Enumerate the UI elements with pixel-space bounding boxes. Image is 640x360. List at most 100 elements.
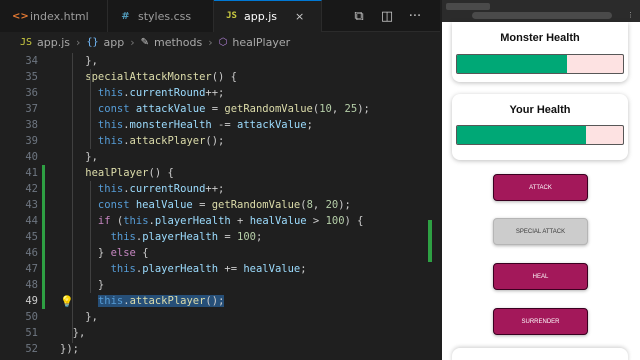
line-number: 51 [25, 327, 38, 339]
method-cube-icon: ⬡ [218, 36, 228, 48]
code-text: }); [60, 343, 79, 355]
line-number: 41 [25, 167, 38, 179]
line-number: 49 [25, 295, 38, 307]
player-health-title: Your Health [509, 104, 571, 116]
code-text: specialAttackMonster() { [60, 71, 238, 83]
code-line[interactable]: 36 this.currentRound++; [0, 85, 440, 101]
browser-chrome: ⋮ [442, 0, 640, 22]
code-area[interactable]: 34 }, 35 specialAttackMonster() {36 this.… [0, 53, 440, 360]
breadcrumb-item[interactable]: app.js [37, 36, 70, 49]
git-change-marker [42, 277, 45, 293]
code-text: this.currentRound++; [60, 87, 225, 99]
battle-log-card [452, 348, 628, 360]
code-text: healPlayer() { [60, 167, 174, 179]
line-number: 34 [25, 55, 38, 67]
line-number: 43 [25, 199, 38, 211]
special-attack-button[interactable]: SPECIAL ATTACK [493, 218, 588, 245]
code-editor[interactable]: <> index.html # styles.css JS app.js × ⧉… [0, 0, 440, 360]
line-number: 44 [25, 215, 38, 227]
line-number: 39 [25, 135, 38, 147]
line-number: 52 [25, 343, 38, 355]
code-text: this.attackPlayer(); [97, 295, 225, 307]
breadcrumb-item[interactable]: healPlayer [232, 36, 290, 49]
player-health-card: Your Health [452, 94, 628, 160]
code-line[interactable]: 44 if (this.playerHealth + healValue > 1… [0, 213, 440, 229]
code-text: } else { [60, 247, 149, 259]
line-number: 40 [25, 151, 38, 163]
more-icon[interactable]: ⋮ [627, 11, 634, 19]
code-line[interactable]: 35 specialAttackMonster() { [0, 69, 440, 85]
monster-health-fill [457, 55, 567, 73]
git-change-marker [42, 213, 45, 229]
code-line[interactable]: 37 const attackValue = getRandomValue(10… [0, 101, 440, 117]
git-change-marker [42, 165, 45, 181]
editor-tab-bar: <> index.html # styles.css JS app.js × ⧉… [0, 0, 440, 32]
surrender-button[interactable]: SURRENDER [493, 308, 588, 335]
code-line[interactable]: 39 this.attackPlayer(); [0, 133, 440, 149]
chevron-right-icon: › [208, 35, 213, 49]
code-line[interactable]: 34 }, [0, 53, 440, 69]
git-change-marker [42, 261, 45, 277]
breadcrumb-item[interactable]: methods [154, 36, 202, 49]
wrench-icon: ✎ [140, 36, 150, 48]
tab-index-html[interactable]: <> index.html [0, 0, 108, 32]
browser-tab[interactable] [446, 3, 490, 10]
chevron-right-icon: › [76, 35, 81, 49]
code-line[interactable]: 42 this.currentRound++; [0, 181, 440, 197]
attack-button[interactable]: ATTACK [493, 174, 588, 201]
more-actions-icon[interactable]: ··· [406, 9, 424, 24]
breadcrumb-item[interactable]: app [104, 36, 125, 49]
tab-app-js[interactable]: JS app.js × [214, 0, 322, 32]
code-line[interactable]: 48 } [0, 277, 440, 293]
code-line[interactable]: 40 }, [0, 149, 440, 165]
compare-changes-icon[interactable]: ⧉ [350, 9, 368, 24]
url-bar[interactable] [472, 12, 612, 19]
split-editor-icon[interactable]: ◫ [378, 9, 396, 24]
monster-health-card: Monster Health [452, 22, 628, 82]
code-text: }, [60, 55, 98, 67]
code-text: this.attackPlayer(); [60, 135, 225, 147]
scrollbar-change-marker [428, 220, 432, 262]
code-text: const attackValue = getRandomValue(10, 2… [60, 103, 370, 115]
object-icon: {} [86, 36, 99, 48]
indent-guide [90, 181, 91, 293]
code-text: const healValue = getRandomValue(8, 20); [60, 199, 351, 211]
chevron-right-icon: › [130, 35, 135, 49]
game-page: Monster Health Your Health ATTACK SPECIA… [442, 22, 640, 360]
code-text: } [60, 279, 105, 291]
player-health-bar [456, 125, 624, 145]
editor-actions: ⧉ ◫ ··· [350, 0, 440, 32]
code-text: }, [60, 151, 98, 163]
git-change-marker [42, 293, 45, 309]
git-change-marker [42, 245, 45, 261]
code-line[interactable]: 49 💡 this.attackPlayer(); [0, 293, 440, 309]
line-number: 47 [25, 263, 38, 275]
code-line[interactable]: 41 healPlayer() { [0, 165, 440, 181]
line-number: 50 [25, 311, 38, 323]
close-icon[interactable]: × [295, 10, 304, 23]
heal-button[interactable]: HEAL [493, 263, 588, 290]
code-line[interactable]: 52}); [0, 341, 440, 357]
git-change-marker [42, 197, 45, 213]
code-line[interactable]: 51 }, [0, 325, 440, 341]
code-line[interactable]: 50 }, [0, 309, 440, 325]
code-line[interactable]: 46 } else { [0, 245, 440, 261]
indent-guide [90, 69, 91, 149]
tab-styles-css[interactable]: # styles.css [108, 0, 214, 32]
git-change-marker [42, 229, 45, 245]
tab-label: styles.css [138, 9, 192, 23]
code-line[interactable]: 43 const healValue = getRandomValue(8, 2… [0, 197, 440, 213]
monster-health-title: Monster Health [500, 32, 580, 44]
line-number: 38 [25, 119, 38, 131]
breadcrumb: JS app.js › {} app › ✎ methods › ⬡ healP… [0, 32, 440, 52]
code-line[interactable]: 38 this.monsterHealth -= attackValue; [0, 117, 440, 133]
code-text: this.currentRound++; [60, 183, 225, 195]
line-number: 45 [25, 231, 38, 243]
line-number: 42 [25, 183, 38, 195]
line-number: 36 [25, 87, 38, 99]
code-text: }, [60, 311, 98, 323]
code-line[interactable]: 47 this.playerHealth += healValue; [0, 261, 440, 277]
js-file-icon: JS [226, 11, 237, 21]
code-line[interactable]: 45 this.playerHealth = 100; [0, 229, 440, 245]
css-file-icon: # [121, 10, 130, 22]
